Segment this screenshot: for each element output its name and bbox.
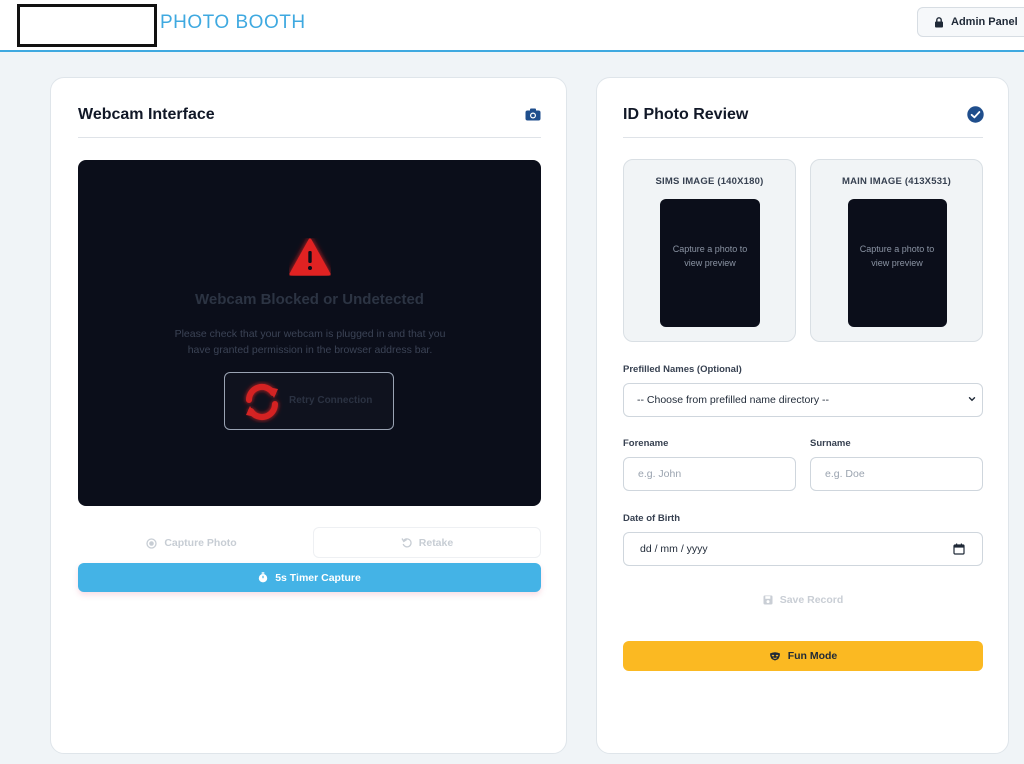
prefilled-names-select[interactable]: -- Choose from prefilled name directory … xyxy=(623,383,983,417)
webcam-error-message: Please check that your webcam is plugged… xyxy=(174,328,446,356)
chevron-down-icon xyxy=(968,397,976,402)
calendar-icon[interactable] xyxy=(953,543,965,555)
surname-placeholder: e.g. Doe xyxy=(825,468,865,480)
retry-connection-button[interactable]: Retry Connection xyxy=(224,372,394,430)
date-of-birth-input[interactable]: dd / mm / yyyy xyxy=(623,532,983,566)
admin-panel-label: Admin Panel xyxy=(951,16,1018,28)
lock-icon xyxy=(935,16,943,27)
top-header: PHOTO BOOTH Admin Panel xyxy=(0,0,1024,52)
forename-input[interactable]: e.g. John xyxy=(623,457,796,491)
main-image-placeholder: Capture a photo to view preview xyxy=(859,244,935,268)
check-circle-icon xyxy=(967,106,984,123)
prefilled-names-value: -- Choose from prefilled name directory … xyxy=(637,394,829,406)
surname-input[interactable]: e.g. Doe xyxy=(810,457,983,491)
id-review-card-title: ID Photo Review xyxy=(623,106,749,123)
mask-icon xyxy=(769,652,780,661)
brand-title: PHOTO BOOTH xyxy=(160,12,306,33)
main-image-panel: MAIN IMAGE (413X531) Capture a photo to … xyxy=(810,159,983,342)
save-icon xyxy=(763,595,773,605)
retry-connection-label: Retry Connection xyxy=(289,395,373,406)
save-record-button[interactable]: Save Record xyxy=(623,585,983,615)
main-image-preview: Capture a photo to view preview xyxy=(848,199,947,327)
id-review-card-divider xyxy=(623,137,983,138)
date-of-birth-placeholder: dd / mm / yyyy xyxy=(640,543,708,555)
fun-mode-button[interactable]: Fun Mode xyxy=(623,641,983,671)
timer-capture-button[interactable]: 5s Timer Capture xyxy=(78,563,541,592)
circle-icon xyxy=(146,537,157,549)
sims-image-preview: Capture a photo to view preview xyxy=(660,199,760,327)
admin-panel-button[interactable]: Admin Panel xyxy=(917,7,1024,37)
webcam-card: Webcam Interface Webcam Blocked or Undet… xyxy=(50,77,567,754)
id-review-card: ID Photo Review SIMS IMAGE (140X180) Cap… xyxy=(596,77,1009,754)
main-image-heading: MAIN IMAGE (413X531) xyxy=(841,176,952,187)
refresh-icon xyxy=(245,383,279,421)
prefilled-names-label: Prefilled Names (Optional) xyxy=(623,364,742,375)
undo-icon xyxy=(401,538,412,548)
capture-photo-button[interactable]: Capture Photo xyxy=(78,528,305,558)
stopwatch-icon xyxy=(259,572,268,583)
retake-label: Retake xyxy=(418,536,454,549)
forename-label: Forename xyxy=(623,438,669,449)
webcam-viewport: Webcam Blocked or Undetected Please chec… xyxy=(78,160,541,506)
date-of-birth-label: Date of Birth xyxy=(623,513,680,524)
retake-button[interactable]: Retake xyxy=(313,527,541,558)
timer-capture-label: 5s Timer Capture xyxy=(275,571,361,584)
surname-label: Surname xyxy=(810,438,851,449)
forename-placeholder: e.g. John xyxy=(638,468,682,480)
sims-image-heading: SIMS IMAGE (140X180) xyxy=(655,176,764,187)
save-record-label: Save Record xyxy=(779,594,844,606)
camera-icon xyxy=(525,108,541,121)
sims-image-panel: SIMS IMAGE (140X180) Capture a photo to … xyxy=(623,159,796,342)
sims-image-placeholder: Capture a photo to view preview xyxy=(672,244,748,268)
webcam-card-divider xyxy=(78,137,541,138)
logo-placeholder xyxy=(17,4,157,47)
capture-photo-label: Capture Photo xyxy=(164,537,237,549)
webcam-error-title: Webcam Blocked or Undetected xyxy=(195,291,424,308)
webcam-card-title: Webcam Interface xyxy=(78,106,215,123)
fun-mode-label: Fun Mode xyxy=(787,650,838,662)
warning-icon xyxy=(289,238,331,276)
